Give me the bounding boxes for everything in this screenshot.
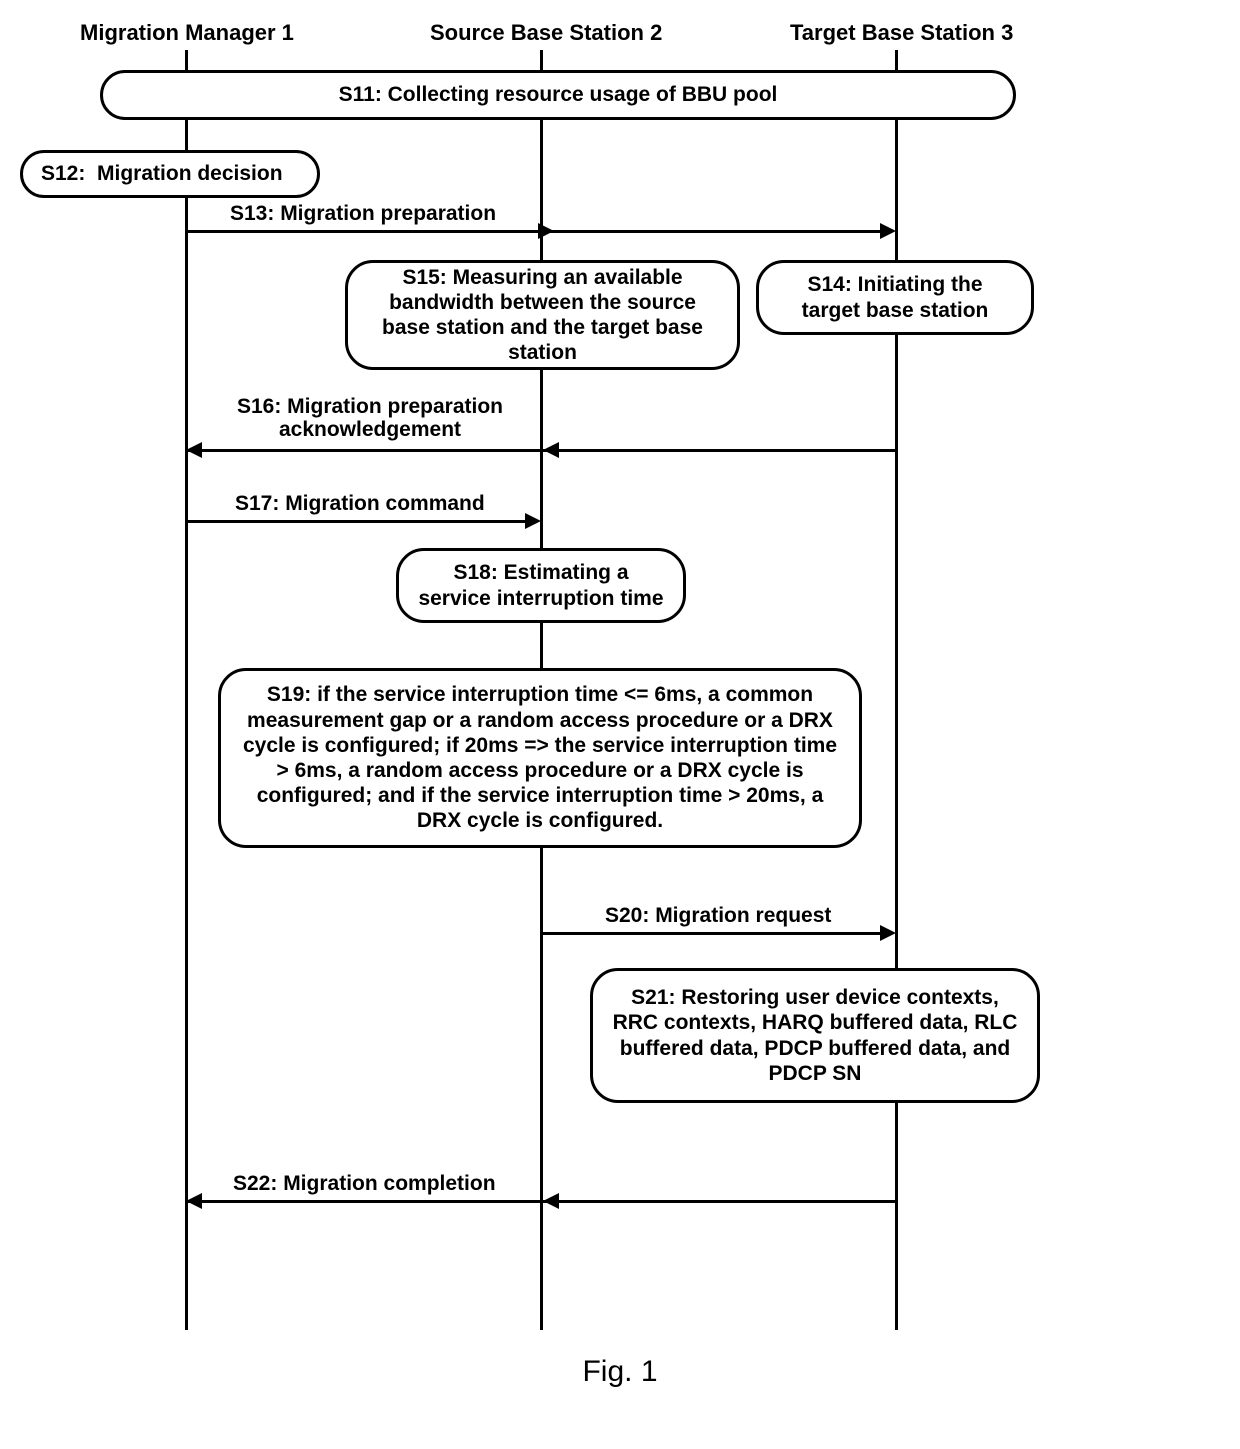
arrowhead-s16a [543, 442, 559, 458]
node-s19: S19: if the service interruption time <=… [218, 668, 862, 848]
label-s22: S22: Migration completion [233, 1172, 496, 1195]
arrow-s16a [543, 449, 895, 452]
arrowhead-s13-end [880, 223, 896, 239]
figure-caption: Fig. 1 [20, 1355, 1220, 1389]
node-s15: S15: Measuring an available bandwidth be… [345, 260, 740, 370]
node-s18: S18: Estimating a service interruption t… [396, 548, 686, 623]
label-s17: S17: Migration command [235, 492, 485, 515]
arrow-s16b [188, 449, 540, 452]
arrowhead-s17 [525, 513, 541, 529]
lifeline-target-base-station [895, 50, 898, 1330]
arrow-s20 [543, 932, 880, 935]
node-s12: S12: Migration decision [20, 150, 320, 198]
arrow-s13 [188, 230, 880, 233]
arrowhead-s16b [186, 442, 202, 458]
label-s13: S13: Migration preparation [230, 202, 496, 225]
lifeline-migration-manager [185, 50, 188, 1330]
node-s21: S21: Restoring user device contexts, RRC… [590, 968, 1040, 1103]
label-s20: S20: Migration request [605, 904, 831, 927]
participant-target-base-station: Target Base Station 3 [790, 20, 1013, 46]
participant-source-base-station: Source Base Station 2 [430, 20, 662, 46]
arrowhead-s13-mid [538, 223, 554, 239]
arrowhead-s20 [880, 925, 896, 941]
label-s16: S16: Migration preparation acknowledgeme… [225, 395, 515, 441]
node-s11: S11: Collecting resource usage of BBU po… [100, 70, 1016, 120]
arrow-s22b [188, 1200, 540, 1203]
sequence-diagram: Migration Manager 1 Source Base Station … [20, 20, 1220, 1400]
arrowhead-s22a [543, 1193, 559, 1209]
node-s14: S14: Initiating the target base station [756, 260, 1034, 335]
participant-migration-manager: Migration Manager 1 [80, 20, 294, 46]
arrow-s22a [543, 1200, 895, 1203]
arrowhead-s22b [186, 1193, 202, 1209]
arrow-s17 [188, 520, 528, 523]
